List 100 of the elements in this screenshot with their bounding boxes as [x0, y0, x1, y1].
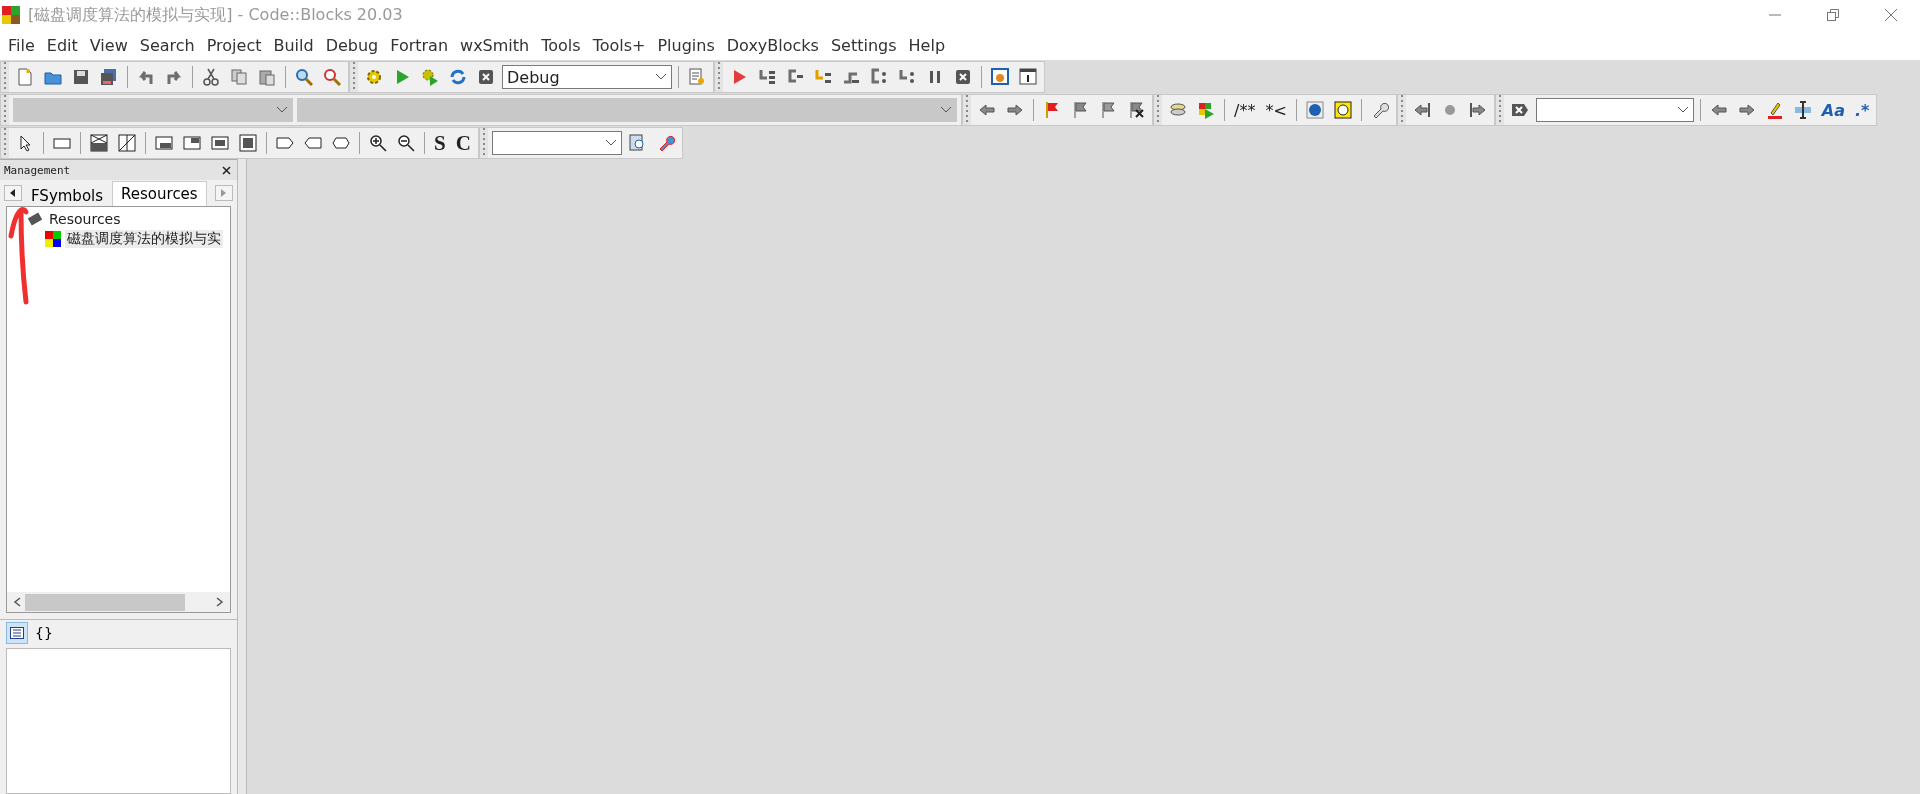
menu-item[interactable]: wxSmith — [454, 33, 536, 57]
wx-tool-button[interactable]: S — [431, 131, 449, 155]
step-into-icon — [814, 68, 832, 86]
chevron-down-icon — [276, 106, 288, 114]
menu-item[interactable]: Build — [267, 33, 320, 57]
save-icon — [72, 68, 90, 86]
menu-item[interactable]: File — [2, 33, 41, 57]
tag-left-icon — [304, 134, 322, 152]
menu-item[interactable]: Settings — [824, 33, 903, 57]
scrollbar-thumb[interactable] — [25, 593, 185, 611]
menu-item[interactable]: Fortran — [384, 33, 455, 57]
bug-window-icon — [991, 68, 1009, 86]
paste-icon — [258, 68, 276, 86]
left-arrow-icon — [1709, 101, 1728, 119]
menu-item[interactable]: Edit — [40, 33, 84, 57]
diagonal-panel-icon — [118, 134, 136, 152]
menu-item[interactable]: Tools — [535, 33, 587, 57]
highlighter-icon — [1765, 101, 1784, 119]
bookmark-clear-icon — [1127, 101, 1145, 119]
new-file-icon — [16, 68, 34, 86]
scroll-right-button[interactable] — [215, 185, 233, 201]
search-option-button[interactable]: Aa — [1818, 98, 1848, 122]
chip-icon — [27, 211, 43, 227]
toolbar-grip[interactable] — [1154, 95, 1162, 125]
stack-icon — [1169, 101, 1187, 119]
zoom-out-icon — [397, 134, 415, 152]
chevron-down-icon — [655, 73, 667, 81]
refresh-icon — [449, 68, 467, 86]
search-dropdown[interactable] — [1535, 98, 1694, 122]
panel-split-button[interactable] — [236, 131, 260, 155]
toolbar-grip[interactable] — [715, 62, 723, 92]
menu-item[interactable]: Tools+ — [586, 33, 652, 57]
window-title: [磁盘调度算法的模拟与实现] - Code::Blocks 20.03 — [28, 4, 403, 26]
close-icon — [1884, 8, 1898, 22]
chevron-down-icon — [604, 139, 617, 147]
triangle-left-icon — [10, 189, 16, 197]
panel-tab[interactable]: FSymbols — [22, 184, 113, 206]
diagonal-panel-button[interactable] — [115, 131, 139, 155]
panel-tab[interactable]: Resources — [112, 181, 207, 206]
info-window-icon — [1019, 68, 1037, 86]
right-arrow-icon — [1006, 101, 1024, 119]
triangle-right-icon — [221, 189, 227, 197]
toolbar-grip[interactable] — [479, 128, 488, 158]
menu-item[interactable]: Debug — [319, 33, 385, 57]
tag-both-icon — [332, 134, 350, 152]
wx-tool-button[interactable]: C — [452, 131, 474, 155]
build-target-dropdown[interactable]: Debug — [502, 65, 672, 89]
tree-item[interactable]: 磁盘调度算法的模拟与实 — [65, 230, 223, 248]
scroll-left-button[interactable] — [4, 185, 22, 201]
menu-item[interactable]: Help — [902, 33, 952, 57]
menu-item[interactable]: Search — [133, 33, 201, 57]
app-logo-icon — [2, 6, 20, 24]
chevron-right-icon — [216, 597, 224, 607]
tag-right-icon — [276, 134, 294, 152]
save-all-icon — [100, 68, 118, 86]
chevron-left-icon — [13, 597, 21, 607]
search-option-button[interactable]: .* — [1852, 98, 1873, 122]
list-icon — [10, 627, 24, 639]
toolbar-grip[interactable] — [1495, 95, 1504, 125]
chevron-down-icon — [940, 106, 952, 114]
chevron-down-icon — [1676, 106, 1689, 114]
comment-style-button[interactable]: *< — [1262, 98, 1290, 122]
tree-item[interactable]: Resources — [47, 211, 123, 227]
close-icon — [477, 68, 495, 86]
zoom-in-icon — [369, 134, 387, 152]
toolbar-grip[interactable] — [1, 128, 9, 158]
toolbar-grip[interactable] — [963, 95, 971, 125]
wx-dropdown[interactable] — [491, 131, 622, 155]
flag-icon — [1043, 101, 1061, 119]
jump-forward-icon — [1468, 101, 1487, 119]
gear-play-icon — [421, 68, 439, 86]
clear-tag-icon — [1510, 101, 1529, 119]
toolbar-grip[interactable] — [1, 95, 9, 125]
close-icon[interactable] — [222, 165, 231, 175]
replace-icon — [323, 68, 341, 86]
view-tab[interactable]: {} — [32, 622, 56, 644]
panel-title: Management — [4, 163, 71, 177]
menu-item[interactable]: DoxyBlocks — [720, 33, 825, 57]
copy-icon — [230, 68, 248, 86]
help-icon — [1333, 101, 1352, 119]
search-icon — [295, 68, 313, 86]
toolbar-grip[interactable] — [350, 62, 358, 92]
globe-icon — [1305, 101, 1324, 119]
toolbar-grip[interactable] — [1397, 95, 1406, 125]
step-out-icon — [786, 68, 804, 86]
menu-item[interactable]: View — [83, 33, 134, 57]
comment-style-button[interactable]: /** — [1231, 98, 1259, 122]
panel-split-icon — [239, 134, 257, 152]
blocks-play-icon — [1197, 101, 1215, 119]
jump-back-icon — [1412, 101, 1431, 119]
split-panel-button[interactable] — [87, 131, 111, 155]
toolbar-grip[interactable] — [1, 62, 9, 92]
menu-item[interactable]: Project — [200, 33, 268, 57]
horizontal-scrollbar[interactable] — [7, 592, 230, 612]
next-instruction-icon — [870, 68, 888, 86]
page-gear-icon — [688, 68, 706, 86]
menu-item[interactable]: Plugins — [651, 33, 721, 57]
view-tab[interactable] — [6, 622, 28, 644]
colored-squares-icon — [45, 231, 61, 247]
panel-top-icon — [183, 134, 201, 152]
